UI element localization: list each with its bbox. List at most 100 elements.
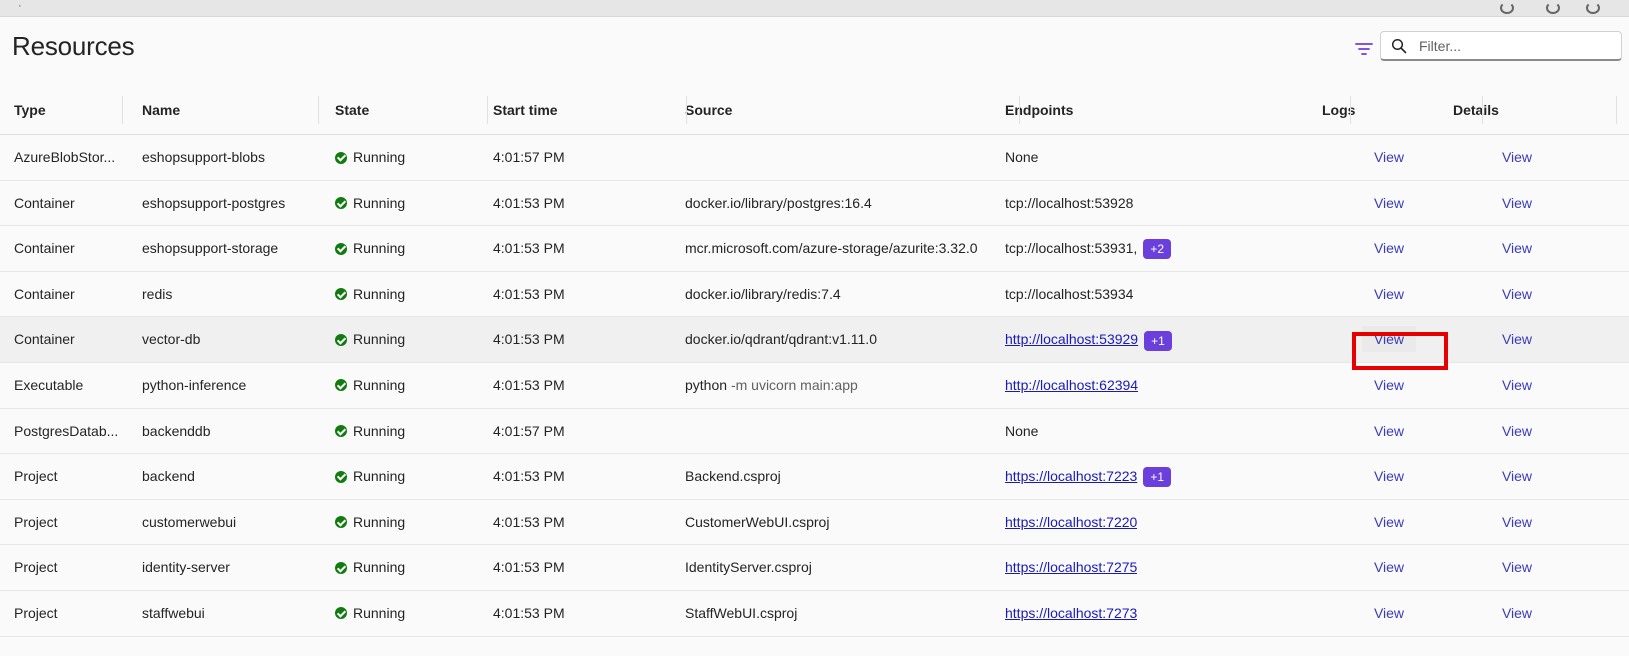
type-cell: Project <box>14 513 58 530</box>
column-header-details[interactable]: Details <box>1453 86 1499 134</box>
window-control-icon[interactable] <box>1500 2 1514 14</box>
logs-view-link[interactable]: View <box>1374 605 1404 621</box>
details-cell: View <box>1482 500 1552 545</box>
source-text: Backend.csproj <box>685 468 781 485</box>
logs-view-link[interactable]: View <box>1374 286 1404 302</box>
checkmark-circle-icon <box>335 561 347 574</box>
column-resize-handle[interactable] <box>686 96 687 124</box>
details-view-link[interactable]: View <box>1502 423 1532 439</box>
app-title-fragment: · <box>18 0 22 12</box>
details-view-link[interactable]: View <box>1502 195 1532 211</box>
details-view-link[interactable]: View <box>1502 559 1532 575</box>
logs-view-link[interactable]: View <box>1374 514 1404 530</box>
endpoint-link[interactable]: https://localhost:7223 <box>1005 468 1137 484</box>
table-row[interactable]: AzureBlobStor... eshopsupport-blobs Runnin… <box>0 135 1629 181</box>
details-view-link[interactable]: View <box>1502 331 1532 347</box>
column-resize-handle[interactable] <box>122 96 123 124</box>
logs-view-link[interactable]: View <box>1361 326 1417 353</box>
logs-cell: View <box>1350 135 1428 180</box>
column-header-source[interactable]: Source <box>685 86 732 134</box>
column-resize-handle[interactable] <box>1019 96 1020 124</box>
details-view-link[interactable]: View <box>1502 149 1532 165</box>
start-time-cell: 4:01:53 PM <box>493 194 565 211</box>
source-text: CustomerWebUI.csproj <box>685 513 830 530</box>
checkmark-circle-icon <box>335 151 347 164</box>
column-header-start-time[interactable]: Start time <box>493 86 558 134</box>
logs-view-link[interactable]: View <box>1374 195 1404 211</box>
endpoints-cell: http://localhost:62394 <box>1005 363 1138 408</box>
logs-view-link[interactable]: View <box>1374 377 1404 393</box>
endpoint-link[interactable]: https://localhost:7275 <box>1005 559 1137 575</box>
state-cell: Running <box>335 591 405 636</box>
table-row[interactable]: Executable python-inference Running 4:01:53… <box>0 363 1629 409</box>
more-endpoints-badge[interactable]: +1 <box>1143 467 1171 488</box>
details-view-link[interactable]: View <box>1502 240 1532 256</box>
more-endpoints-badge[interactable]: +1 <box>1144 330 1172 351</box>
search-box[interactable] <box>1380 31 1622 61</box>
column-resize-handle[interactable] <box>318 96 319 124</box>
logs-view-link[interactable]: View <box>1374 468 1404 484</box>
column-header-name[interactable]: Name <box>142 86 180 134</box>
column-header-state[interactable]: State <box>335 86 369 134</box>
column-resize-handle[interactable] <box>1350 96 1351 124</box>
column-header-endpoints[interactable]: Endpoints <box>1005 86 1073 134</box>
logs-view-link[interactable]: View <box>1374 559 1404 575</box>
table-header-row: Type Name State Start time Source Endpoints Lo… <box>0 86 1629 135</box>
endpoint-link[interactable]: https://localhost:7220 <box>1005 514 1137 530</box>
details-view-link[interactable]: View <box>1502 605 1532 621</box>
details-view-link[interactable]: View <box>1502 514 1532 530</box>
type-cell: Container <box>14 194 75 211</box>
details-view-link[interactable]: View <box>1502 286 1532 302</box>
table-row[interactable]: Project identity-server Running 4:01:53 PM I… <box>0 545 1629 591</box>
column-header-type[interactable]: Type <box>14 86 46 134</box>
name-cell: customerwebui <box>142 513 237 530</box>
state-label: Running <box>353 468 406 485</box>
search-input[interactable] <box>1417 34 1617 58</box>
endpoint-link[interactable]: http://localhost:62394 <box>1005 377 1138 393</box>
table-row[interactable]: Project staffwebui Running 4:01:53 PM StaffW… <box>0 591 1629 637</box>
logs-cell: View <box>1350 545 1428 590</box>
details-cell: View <box>1482 454 1552 499</box>
column-resize-handle[interactable] <box>1616 96 1617 124</box>
endpoint-text: tcp://localhost:53928 <box>1005 194 1134 211</box>
state-cell: Running <box>335 454 405 499</box>
column-resize-handle[interactable] <box>487 96 488 124</box>
filter-button[interactable] <box>1352 37 1376 61</box>
table-row[interactable]: Container eshopsupport-storage Running 4:01… <box>0 226 1629 272</box>
state-label: Running <box>353 604 406 621</box>
window-control-icon[interactable] <box>1586 2 1600 14</box>
state-indicator: Running <box>335 135 405 180</box>
more-endpoints-badge[interactable]: +2 <box>1143 239 1171 260</box>
state-cell: Running <box>335 363 405 408</box>
details-view-link[interactable]: View <box>1502 468 1532 484</box>
table-row[interactable]: Container vector-db Running 4:01:53 PM docke… <box>0 317 1629 363</box>
logs-view-link[interactable]: View <box>1374 149 1404 165</box>
details-view-link[interactable]: View <box>1502 377 1532 393</box>
window-control-icon[interactable] <box>1546 2 1560 14</box>
state-cell: Running <box>335 317 405 362</box>
table-row[interactable]: Container eshopsupport-postgres Running 4:0… <box>0 181 1629 227</box>
endpoint-link[interactable]: http://localhost:53929 <box>1005 331 1138 347</box>
endpoints-cell: tcp://localhost:53931, +2 <box>1005 226 1171 271</box>
checkmark-circle-icon <box>335 379 347 392</box>
checkmark-circle-icon <box>335 607 347 620</box>
filter-icon <box>1355 43 1373 55</box>
table-row[interactable]: PostgresDatab... backenddb Running 4:01:57 … <box>0 409 1629 455</box>
endpoint-text: None <box>1005 422 1039 439</box>
table-row[interactable]: Project customerwebui Running 4:01:53 PM Cus… <box>0 500 1629 546</box>
table-row[interactable]: Container redis Running 4:01:53 PM docker.io… <box>0 272 1629 318</box>
logs-view-link[interactable]: View <box>1374 423 1404 439</box>
source-text: docker.io/qdrant/qdrant:v1.11.0 <box>685 331 877 348</box>
logs-view-link[interactable]: View <box>1374 240 1404 256</box>
endpoints-cell: tcp://localhost:53928 <box>1005 181 1133 226</box>
endpoints-cell: tcp://localhost:53934 <box>1005 272 1133 317</box>
source-args: -m uvicorn main:app <box>730 376 858 393</box>
details-cell: View <box>1482 363 1552 408</box>
checkmark-circle-icon <box>335 470 347 483</box>
table-row[interactable]: Project backend Running 4:01:53 PM Backend.c… <box>0 454 1629 500</box>
state-cell: Running <box>335 226 405 271</box>
endpoint-link[interactable]: https://localhost:7273 <box>1005 605 1137 621</box>
state-label: Running <box>353 149 406 165</box>
table-body: AzureBlobStor... eshopsupport-blobs Runnin… <box>0 135 1629 637</box>
column-resize-handle[interactable] <box>1482 96 1483 124</box>
